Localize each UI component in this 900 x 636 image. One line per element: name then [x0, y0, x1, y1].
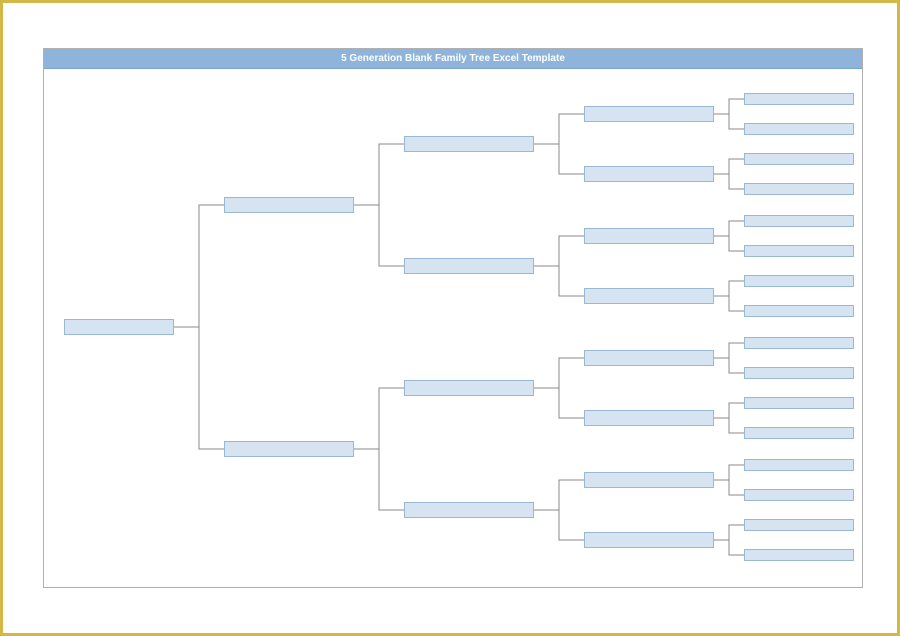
gen5-box-12[interactable]: [744, 427, 854, 439]
gen5-box-2[interactable]: [744, 123, 854, 135]
outer-frame: 5 Generation Blank Family Tree Excel Tem…: [0, 0, 900, 636]
gen5-box-6[interactable]: [744, 245, 854, 257]
gen4-box-6[interactable]: [584, 410, 714, 426]
gen5-box-8[interactable]: [744, 305, 854, 317]
gen5-box-7[interactable]: [744, 275, 854, 287]
gen4-box-3[interactable]: [584, 228, 714, 244]
gen4-box-7[interactable]: [584, 472, 714, 488]
gen5-box-15[interactable]: [744, 519, 854, 531]
gen4-box-8[interactable]: [584, 532, 714, 548]
gen4-box-5[interactable]: [584, 350, 714, 366]
gen5-box-16[interactable]: [744, 549, 854, 561]
gen5-box-11[interactable]: [744, 397, 854, 409]
gen5-box-14[interactable]: [744, 489, 854, 501]
gen3-box-1[interactable]: [404, 136, 534, 152]
gen4-box-1[interactable]: [584, 106, 714, 122]
gen3-box-4[interactable]: [404, 502, 534, 518]
gen5-box-13[interactable]: [744, 459, 854, 471]
gen5-box-9[interactable]: [744, 337, 854, 349]
gen5-box-3[interactable]: [744, 153, 854, 165]
gen5-box-4[interactable]: [744, 183, 854, 195]
gen3-box-2[interactable]: [404, 258, 534, 274]
gen4-box-2[interactable]: [584, 166, 714, 182]
gen5-box-5[interactable]: [744, 215, 854, 227]
tree-area: [44, 69, 862, 587]
gen1-box[interactable]: [64, 319, 174, 335]
gen2-box-2[interactable]: [224, 441, 354, 457]
gen5-box-10[interactable]: [744, 367, 854, 379]
gen5-box-1[interactable]: [744, 93, 854, 105]
gen4-box-4[interactable]: [584, 288, 714, 304]
chart-container: 5 Generation Blank Family Tree Excel Tem…: [43, 48, 863, 588]
gen3-box-3[interactable]: [404, 380, 534, 396]
title-bar: 5 Generation Blank Family Tree Excel Tem…: [44, 49, 862, 69]
gen2-box-1[interactable]: [224, 197, 354, 213]
